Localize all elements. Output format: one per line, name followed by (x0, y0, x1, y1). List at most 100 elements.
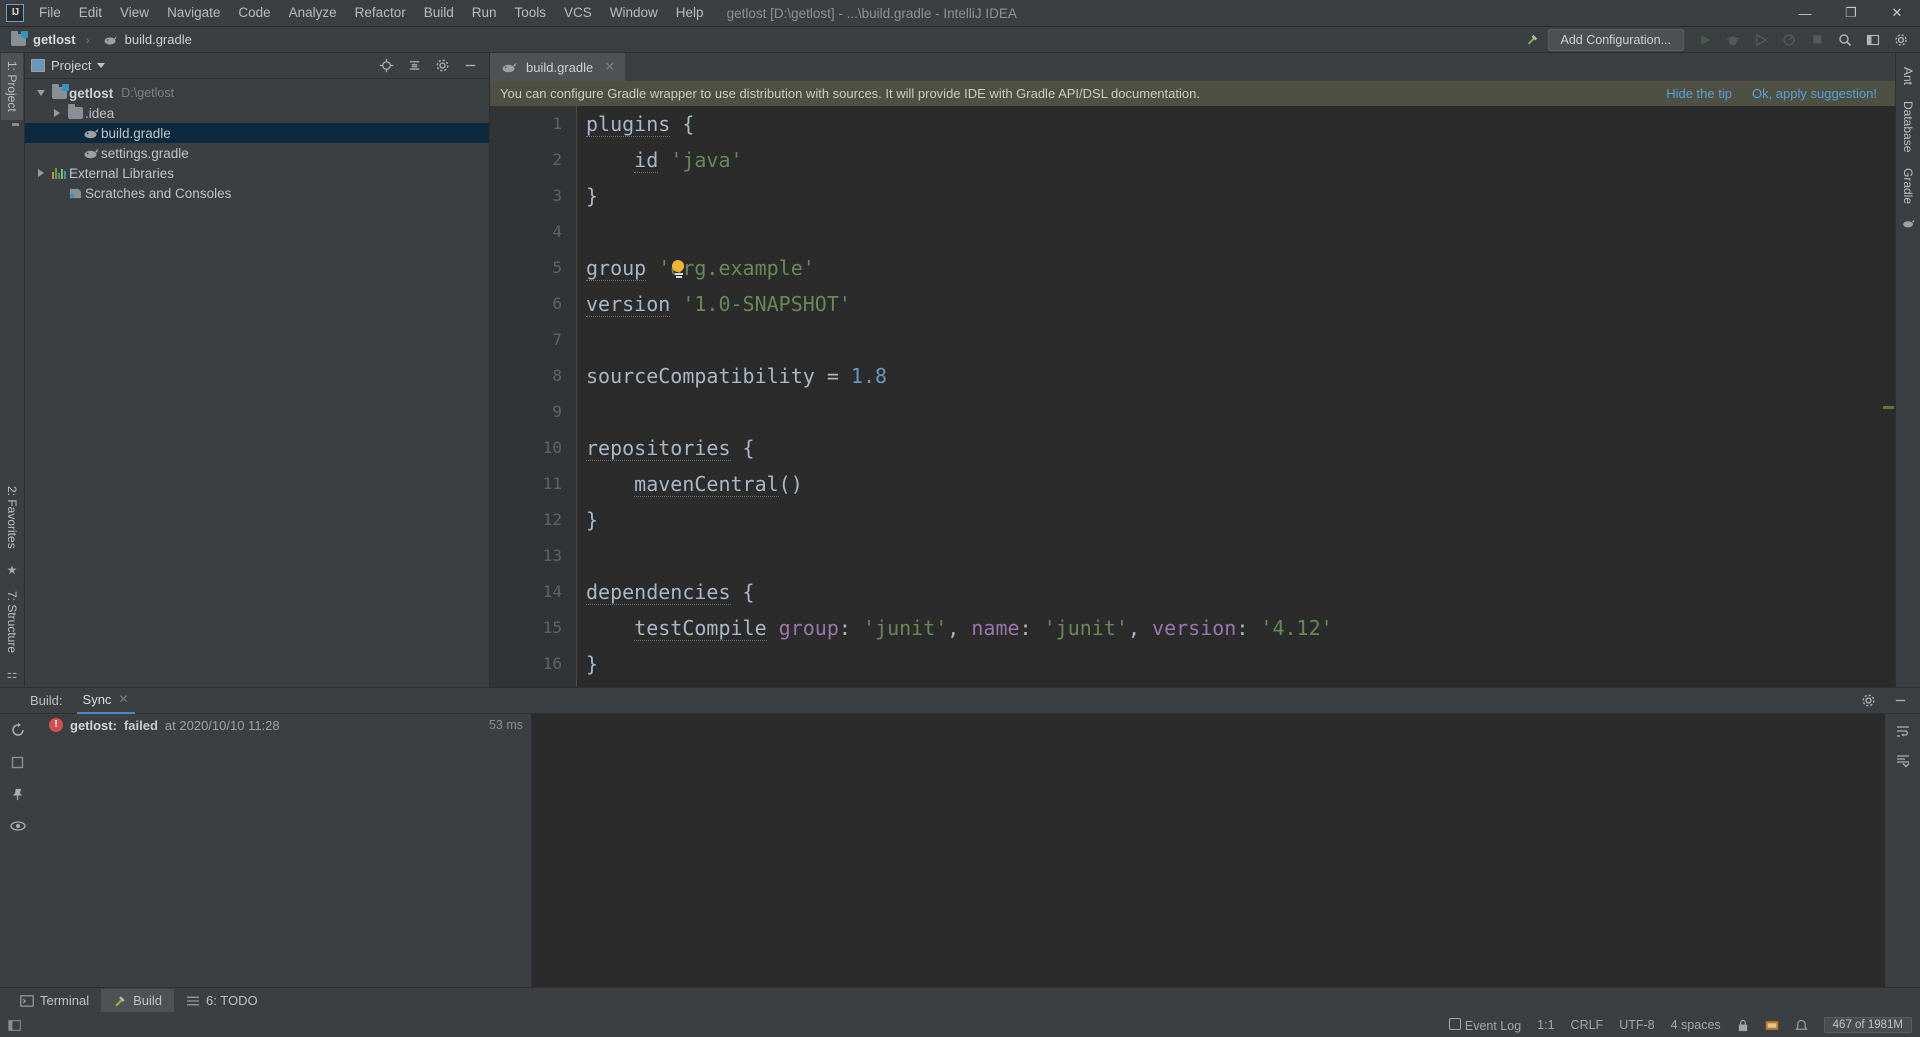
close-icon[interactable]: ✕ (118, 692, 128, 706)
tab-label: build.gradle (526, 59, 594, 75)
bottom-item-terminal[interactable]: Terminal (8, 989, 101, 1012)
sidebar-item-ant[interactable]: Ant (1897, 59, 1919, 93)
profile-icon[interactable] (1776, 29, 1802, 51)
maximize-button[interactable]: ❐ (1828, 0, 1874, 26)
settings-icon[interactable] (1888, 29, 1914, 51)
editor-gutter[interactable]: 1 2 3 4 5 6 7 8 9 10 11 12 13 14 15 16 (490, 106, 576, 687)
menu-file[interactable]: File (30, 1, 70, 25)
search-everywhere-icon[interactable] (1832, 29, 1858, 51)
close-icon[interactable]: ✕ (604, 59, 615, 75)
debug-icon[interactable] (1720, 29, 1746, 51)
code-text[interactable]: plugins { id 'java' } group 'org.example… (576, 106, 1895, 687)
hide-icon[interactable] (460, 56, 480, 76)
eye-icon[interactable] (9, 820, 26, 832)
gradle-tip-bar: You can configure Gradle wrapper to use … (490, 81, 1895, 106)
build-detail-pane[interactable] (532, 714, 1885, 987)
tab-label: Sync (82, 691, 112, 707)
rerun-icon[interactable] (10, 722, 26, 738)
intention-bulb-icon[interactable] (672, 260, 686, 278)
sidebar-item-database[interactable]: Database (1897, 93, 1919, 160)
expand-arrow-icon[interactable] (33, 90, 49, 96)
editor-scrollbar[interactable] (1882, 106, 1895, 687)
menu-refactor[interactable]: Refactor (346, 1, 415, 25)
indent-setting[interactable]: 4 spaces (1671, 1018, 1721, 1032)
apply-suggestion-link[interactable]: Ok, apply suggestion! (1752, 86, 1877, 101)
menu-window[interactable]: Window (601, 1, 667, 25)
run-icon[interactable] (1692, 29, 1718, 51)
scroll-to-end-icon[interactable] (1895, 754, 1911, 768)
line-number: 5 (552, 258, 562, 277)
tab-sync[interactable]: Sync ✕ (76, 688, 135, 714)
project-folder-icon (8, 30, 28, 46)
tree-row-scratches[interactable]: Scratches and Consoles (25, 183, 489, 203)
file-encoding[interactable]: UTF-8 (1619, 1018, 1654, 1032)
tree-row-idea[interactable]: .idea (25, 103, 489, 123)
breadcrumb-file[interactable]: build.gradle (125, 32, 192, 47)
lock-icon[interactable] (1737, 1019, 1749, 1032)
hide-the-tip-link[interactable]: Hide the tip (1666, 86, 1732, 101)
vcs-icon[interactable] (1765, 1019, 1779, 1032)
event-log-label: Event Log (1464, 1018, 1522, 1033)
tree-label: build.gradle (101, 125, 171, 141)
stop-icon[interactable] (1804, 29, 1830, 51)
settings-icon[interactable] (1858, 691, 1878, 711)
soft-wrap-icon[interactable] (1895, 724, 1911, 738)
menu-tools[interactable]: Tools (506, 1, 556, 25)
menu-code[interactable]: Code (229, 1, 279, 25)
event-log-button[interactable]: Event Log (1449, 1017, 1522, 1033)
layout-icon[interactable] (1860, 29, 1886, 51)
project-tree: getlost D:\getlost .idea build.gradle se… (25, 79, 489, 687)
code-line: } (576, 646, 1895, 682)
settings-icon[interactable] (432, 56, 452, 76)
menu-build[interactable]: Build (415, 1, 463, 25)
minimize-button[interactable]: — (1782, 0, 1828, 26)
memory-indicator[interactable]: 467 of 1981M (1823, 1017, 1912, 1033)
status-left-icon[interactable] (8, 1019, 22, 1032)
tree-row-build-gradle[interactable]: build.gradle (25, 123, 489, 143)
tree-row-settings-gradle[interactable]: settings.gradle (25, 143, 489, 163)
sidebar-item-favorites[interactable]: 2: Favorites (1, 478, 23, 557)
close-button[interactable]: ✕ (1874, 0, 1920, 26)
add-configuration-button[interactable]: Add Configuration... (1547, 28, 1684, 51)
menu-help[interactable]: Help (667, 1, 713, 25)
line-number: 10 (542, 438, 562, 457)
chevron-down-icon[interactable] (97, 63, 106, 68)
menu-run[interactable]: Run (463, 1, 506, 25)
main-body: 1: Project 2: Favorites ★ 7: Structure ⚏… (0, 53, 1920, 687)
tree-row-external-libraries[interactable]: External Libraries (25, 163, 489, 183)
menu-vcs[interactable]: VCS (555, 1, 601, 25)
code-editor[interactable]: 1 2 3 4 5 6 7 8 9 10 11 12 13 14 15 16 p… (490, 106, 1895, 687)
collapse-all-icon[interactable] (404, 56, 424, 76)
pin-icon[interactable] (10, 787, 25, 802)
code-token: { (742, 436, 755, 460)
scroll-marker[interactable] (1883, 406, 1894, 409)
code-token: version (1152, 616, 1237, 640)
locate-icon[interactable] (376, 56, 396, 76)
build-panel-actions (1858, 691, 1920, 711)
project-panel-title[interactable]: Project (51, 58, 91, 73)
build-result-row[interactable]: ! getlost: failed at 2020/10/10 11:28 53… (35, 714, 531, 736)
menu-view[interactable]: View (111, 1, 158, 25)
sidebar-item-gradle[interactable]: Gradle (1897, 160, 1919, 212)
run-coverage-icon[interactable] (1748, 29, 1774, 51)
sidebar-item-project[interactable]: 1: Project (1, 53, 23, 120)
bottom-item-build[interactable]: Build (101, 989, 175, 1012)
expand-arrow-icon[interactable] (49, 109, 65, 117)
menu-edit[interactable]: Edit (70, 1, 111, 25)
notifications-icon[interactable] (1794, 1019, 1808, 1032)
hammer-icon[interactable] (1520, 29, 1546, 51)
sidebar-item-structure[interactable]: 7: Structure (1, 583, 23, 661)
hide-icon[interactable] (1890, 691, 1910, 711)
project-panel-header: Project (25, 53, 489, 79)
tab-build-gradle[interactable]: build.gradle ✕ (490, 53, 627, 81)
bottom-item-todo[interactable]: 6: TODO (174, 989, 270, 1012)
caret-position[interactable]: 1:1 (1537, 1018, 1554, 1032)
gradle-file-icon (100, 34, 120, 46)
stop-icon[interactable] (11, 756, 24, 769)
menu-navigate[interactable]: Navigate (158, 1, 229, 25)
expand-arrow-icon[interactable] (33, 169, 49, 177)
tree-row-getlost[interactable]: getlost D:\getlost (25, 83, 489, 103)
breadcrumb-project[interactable]: getlost (33, 32, 76, 47)
line-separator[interactable]: CRLF (1571, 1018, 1604, 1032)
menu-analyze[interactable]: Analyze (280, 1, 346, 25)
